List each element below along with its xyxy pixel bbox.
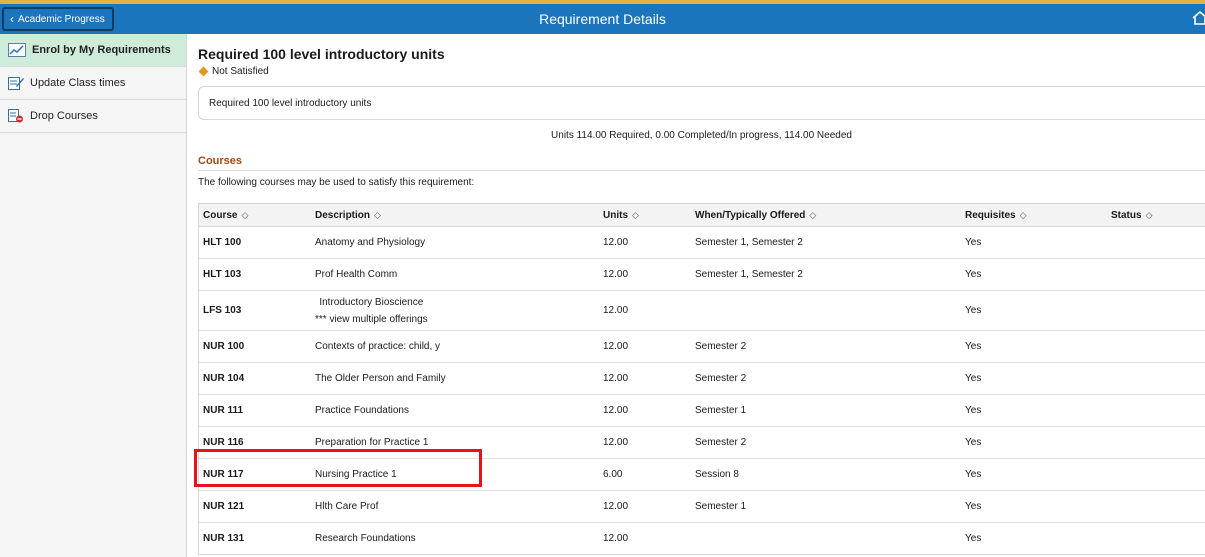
course-requisites: Yes (965, 269, 982, 280)
column-header-status[interactable]: Status ◇ (1111, 204, 1152, 226)
course-requisites: Yes (965, 305, 982, 316)
course-requisites: Yes (965, 533, 982, 544)
course-description: Practice Foundations (315, 405, 409, 416)
course-units: 12.00 (603, 373, 629, 384)
sort-icon: ◇ (241, 209, 249, 220)
section-divider (198, 170, 1205, 171)
course-offered: Semester 2 (695, 437, 747, 448)
course-description: Anatomy and Physiology (315, 237, 426, 248)
edit-icon (8, 77, 24, 90)
sidebar-item-label: Drop Courses (30, 110, 98, 122)
course-code: NUR 121 (203, 501, 245, 512)
course-units: 12.00 (603, 405, 629, 416)
table-row[interactable]: HLT 100 Anatomy and Physiology 12.00 Sem… (199, 227, 1205, 259)
sidebar-item-drop-courses[interactable]: Drop Courses (0, 100, 186, 133)
course-units: 12.00 (603, 237, 629, 248)
course-units: 12.00 (603, 501, 629, 512)
course-description: Contexts of practice: child, y (315, 341, 441, 352)
course-units: 12.00 (603, 269, 629, 280)
sidebar: Enrol by My Requirements Update Class ti… (0, 34, 187, 557)
course-code: HLT 100 (203, 237, 242, 248)
sidebar-item-label: Enrol by My Requirements (32, 44, 171, 56)
course-description: The Older Person and Family (315, 373, 446, 384)
header-bar: ‹ Academic Progress Requirement Details (0, 0, 1205, 34)
table-row[interactable]: NUR 121 Hlth Care Prof 12.00 Semester 1 … (199, 491, 1205, 523)
course-offered: Semester 1, Semester 2 (695, 269, 803, 280)
courses-heading: Courses (198, 155, 243, 167)
units-summary: Units 114.00 Required, 0.00 Completed/In… (551, 130, 852, 141)
sort-icon: ◇ (1145, 209, 1153, 220)
table-header: Course ◇ Description ◇ Units ◇ When/Typical… (199, 204, 1205, 227)
course-requisites: Yes (965, 237, 982, 248)
sidebar-item-enrol-by-requirements[interactable]: Enrol by My Requirements (0, 34, 186, 67)
course-offered: Semester 1 (695, 405, 747, 416)
course-code: NUR 104 (203, 373, 245, 384)
course-code: NUR 131 (203, 533, 245, 544)
courses-table: Course ◇ Description ◇ Units ◇ When/Typical… (198, 203, 1205, 555)
requirement-status: Not Satisfied (198, 66, 269, 77)
chart-icon (8, 43, 26, 57)
sort-icon: ◇ (1019, 209, 1027, 220)
course-offered: Semester 2 (695, 373, 747, 384)
sort-icon: ◇ (374, 209, 381, 220)
column-header-units[interactable]: Units ◇ (603, 204, 639, 226)
course-code: LFS 103 (203, 305, 242, 316)
course-code: NUR 100 (203, 341, 245, 352)
requirement-description-box: Required 100 level introductory units (198, 86, 1205, 120)
sort-icon: ◇ (809, 209, 817, 220)
course-code: NUR 116 (203, 437, 244, 448)
warning-diamond-icon (198, 66, 209, 77)
sidebar-item-update-class-times[interactable]: Update Class times (0, 67, 186, 100)
page-title: Requirement Details (539, 11, 666, 27)
course-units: 6.00 (603, 469, 623, 480)
view-multiple-offerings-link[interactable]: *** view multiple offerings (315, 314, 428, 325)
course-description-text: Introductory Bioscience (319, 296, 424, 308)
table-row[interactable]: NUR 116 Preparation for Practice 1 12.00… (199, 427, 1205, 459)
sort-icon: ◇ (632, 209, 639, 220)
table-row[interactable]: NUR 104 The Older Person and Family 12.0… (199, 363, 1205, 395)
course-code: NUR 117 (203, 469, 244, 480)
table-row[interactable]: NUR 111 Practice Foundations 12.00 Semes… (199, 395, 1205, 427)
course-requisites: Yes (965, 405, 982, 416)
course-requisites: Yes (965, 437, 982, 448)
column-header-requisites[interactable]: Requisites ◇ (965, 204, 1027, 226)
status-text: Not Satisfied (212, 66, 269, 77)
course-offered: Semester 2 (695, 341, 747, 352)
course-units: 12.00 (603, 305, 629, 316)
course-requisites: Yes (965, 501, 982, 512)
course-description: Prof Health Comm (315, 269, 398, 280)
table-row[interactable]: LFS 103 Introductory Bioscience *** view… (199, 291, 1205, 331)
home-icon[interactable] (1191, 10, 1205, 28)
course-units: 12.00 (603, 437, 629, 448)
drop-icon (8, 109, 23, 123)
table-row[interactable]: NUR 117 Nursing Practice 1 6.00 Session … (199, 459, 1205, 491)
course-offered: Semester 1 (695, 501, 747, 512)
course-requisites: Yes (965, 341, 982, 352)
course-units: 12.00 (603, 341, 629, 352)
course-requisites: Yes (965, 373, 982, 384)
table-row[interactable]: NUR 100 Contexts of practice: child, y 1… (199, 331, 1205, 363)
table-row[interactable]: NUR 131 Research Foundations 12.00 Yes (199, 523, 1205, 554)
column-header-offered[interactable]: When/Typically Offered ◇ (695, 204, 816, 226)
course-description: Preparation for Practice 1 (315, 437, 429, 448)
course-code: HLT 103 (203, 269, 242, 280)
course-description: Nursing Practice 1 (315, 469, 397, 480)
course-description: Hlth Care Prof (315, 501, 379, 512)
course-code: NUR 111 (203, 405, 244, 416)
course-offered: Semester 1, Semester 2 (695, 237, 803, 248)
course-description: Introductory Bioscience *** view multipl… (315, 291, 428, 330)
requirement-description: Required 100 level introductory units (209, 97, 372, 109)
requirement-title: Required 100 level introductory units (198, 46, 445, 62)
course-offered: Session 8 (695, 469, 739, 480)
column-header-course[interactable]: Course ◇ (203, 204, 248, 226)
course-description: Research Foundations (315, 533, 416, 544)
course-requisites: Yes (965, 469, 982, 480)
column-header-description[interactable]: Description ◇ (315, 204, 381, 226)
course-units: 12.00 (603, 533, 629, 544)
courses-note: The following courses may be used to sat… (198, 177, 475, 188)
sidebar-item-label: Update Class times (30, 77, 126, 89)
table-row[interactable]: HLT 103 Prof Health Comm 12.00 Semester … (199, 259, 1205, 291)
